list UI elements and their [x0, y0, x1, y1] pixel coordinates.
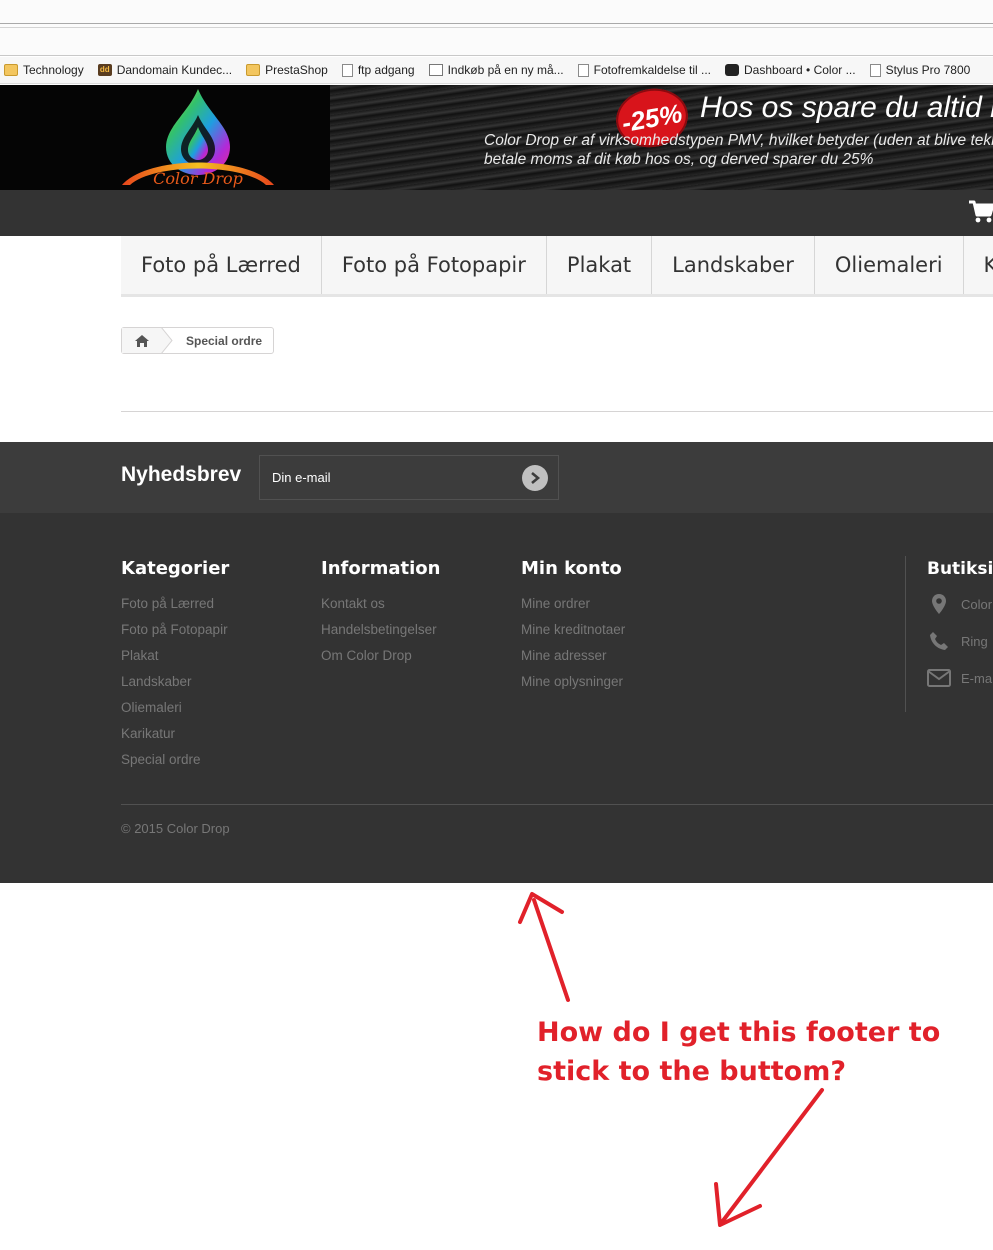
map-marker-icon	[927, 592, 951, 616]
header-subline: Color Drop er af virksomhedstypen PMV, h…	[484, 131, 993, 169]
toolbar-divider	[0, 55, 993, 56]
footer-link[interactable]: Mine oplysninger	[521, 669, 625, 695]
menu-item-landskaber[interactable]: Landskaber	[652, 236, 815, 294]
copyright: © 2015 Color Drop	[121, 821, 230, 836]
arrow-up-icon	[518, 892, 570, 1002]
bookmark-dashboard[interactable]: Dashboard • Color ...	[725, 63, 856, 77]
footer-information-title: Information	[321, 558, 441, 579]
home-icon	[134, 334, 149, 347]
menu-item-oliemaleri[interactable]: Oliemaleri	[814, 236, 964, 294]
bookmark-label: Fotofremkaldelse til ...	[593, 63, 711, 77]
bookmarks-bar: Technology dd Dandomain Kundec... PrestaS…	[0, 57, 993, 84]
logo-text: Color Drop	[153, 169, 243, 188]
footer-link[interactable]: Kontakt os	[321, 591, 440, 617]
menu-item-foto-paa-laerred[interactable]: Foto på Lærred	[121, 236, 322, 294]
store-phone: Ring	[961, 633, 988, 649]
footer-link[interactable]: Om Color Drop	[321, 643, 440, 669]
store-phone-row: Ring	[927, 629, 993, 653]
arrow-down-icon	[714, 1088, 824, 1227]
breadcrumb: Special ordre	[121, 327, 275, 354]
newsletter-email-input[interactable]: Din e-mail	[259, 455, 559, 500]
store-email: E-ma	[961, 670, 993, 686]
bookmark-prestashop[interactable]: PrestaShop	[246, 63, 328, 77]
bookmark-label: Dashboard • Color ...	[744, 63, 856, 77]
footer-link[interactable]: Karikatur	[121, 721, 229, 747]
content-divider	[121, 411, 993, 412]
bookmark-indkob[interactable]: Indkøb på en ny må...	[428, 63, 564, 77]
annotation-line-2: stick to the buttom?	[537, 1056, 846, 1087]
newsletter-title: Nyhedsbrev	[121, 463, 242, 486]
mail-icon	[428, 64, 443, 76]
bookmark-label: Dandomain Kundec...	[116, 63, 233, 77]
toolbar-divider	[0, 23, 993, 24]
footer-link[interactable]: Foto på Fotopapir	[121, 617, 229, 643]
store-address-row: Color	[927, 592, 993, 616]
phone-icon	[927, 629, 951, 653]
footer-link[interactable]: Plakat	[121, 643, 229, 669]
bookmark-stylus[interactable]: Stylus Pro 7800	[869, 63, 971, 77]
footer-link[interactable]: Special ordre	[121, 747, 229, 773]
bookmark-dandomain[interactable]: dd Dandomain Kundec...	[97, 63, 233, 77]
footer-link[interactable]: Handelsbetingelser	[321, 617, 440, 643]
breadcrumb-home[interactable]	[122, 327, 173, 354]
header-headline: Hos os spare du altid m	[700, 91, 993, 124]
footer-link[interactable]: Foto på Lærred	[121, 591, 229, 617]
footer-link[interactable]: Mine kreditnotaer	[521, 617, 625, 643]
bookmark-label: Technology	[23, 63, 84, 77]
toolbar-divider	[0, 27, 993, 28]
breadcrumb-current: Special ordre	[186, 333, 263, 348]
newsletter-block: Nyhedsbrev Din e-mail	[0, 442, 993, 513]
footer-link[interactable]: Oliemaleri	[121, 695, 229, 721]
page-icon	[341, 63, 353, 77]
folder-icon	[246, 64, 261, 76]
breadcrumb-chevron-icon	[161, 327, 173, 354]
footer-my-account: Min konto Mine ordrer Mine kreditnotaer …	[521, 558, 625, 695]
dashboard-icon	[725, 64, 739, 76]
bookmark-ftp[interactable]: ftp adgang	[341, 63, 415, 77]
newsletter-submit-button[interactable]	[522, 465, 548, 491]
menu-item-foto-paa-fotopapir[interactable]: Foto på Fotopapir	[321, 236, 547, 294]
envelope-icon	[927, 666, 951, 690]
footer-link[interactable]: Mine adresser	[521, 643, 625, 669]
footer-categories: Kategorier Foto på Lærred Foto på Fotopa…	[121, 558, 229, 773]
annotation-question: How do I get this footer to stick to the…	[537, 1013, 940, 1091]
footer-store-info: Butiksin Color Ring E-ma	[905, 556, 993, 712]
main-menu: Foto på Lærred Foto på Fotopapir Plakat …	[121, 236, 993, 297]
footer-divider	[121, 804, 993, 805]
footer-link[interactable]: Landskaber	[121, 669, 229, 695]
bookmark-technology[interactable]: Technology	[4, 63, 84, 77]
bookmark-label: ftp adgang	[357, 63, 415, 77]
site-header: Color Drop -25% Hos os spare du altid m …	[0, 85, 993, 190]
menu-item-karikatur[interactable]: Karika	[963, 236, 993, 294]
footer-my-account-title: Min konto	[521, 558, 622, 579]
color-drop-logo[interactable]: Color Drop	[118, 85, 278, 190]
dandomain-icon: dd	[97, 64, 112, 76]
footer-store-title: Butiksin	[927, 559, 993, 579]
store-email-row: E-ma	[927, 666, 993, 690]
store-address: Color	[961, 596, 993, 612]
page-icon	[869, 63, 881, 77]
bookmark-fotofremkaldelse[interactable]: Fotofremkaldelse til ...	[577, 63, 711, 77]
bookmark-label: Indkøb på en ny må...	[447, 63, 564, 77]
bookmark-label: Stylus Pro 7800	[885, 63, 971, 77]
header-subline-2: betale moms af dit køb hos os, og derved…	[484, 151, 874, 168]
site-footer: Kategorier Foto på Lærred Foto på Fotopa…	[0, 513, 993, 883]
bookmark-label: PrestaShop	[265, 63, 328, 77]
browser-toolbar	[0, 0, 993, 56]
footer-categories-title: Kategorier	[121, 558, 230, 579]
top-bar	[0, 190, 993, 236]
page-icon	[577, 63, 589, 77]
footer-link[interactable]: Mine ordrer	[521, 591, 625, 617]
chevron-right-icon	[531, 472, 541, 484]
shopping-cart-icon[interactable]	[968, 199, 993, 225]
menu-item-plakat[interactable]: Plakat	[546, 236, 653, 294]
footer-information: Information Kontakt os Handelsbetingelse…	[321, 558, 440, 669]
header-subline-1: Color Drop er af virksomhedstypen PMV, h…	[484, 132, 993, 149]
folder-icon	[4, 64, 18, 76]
annotation-line-1: How do I get this footer to	[537, 1017, 941, 1048]
